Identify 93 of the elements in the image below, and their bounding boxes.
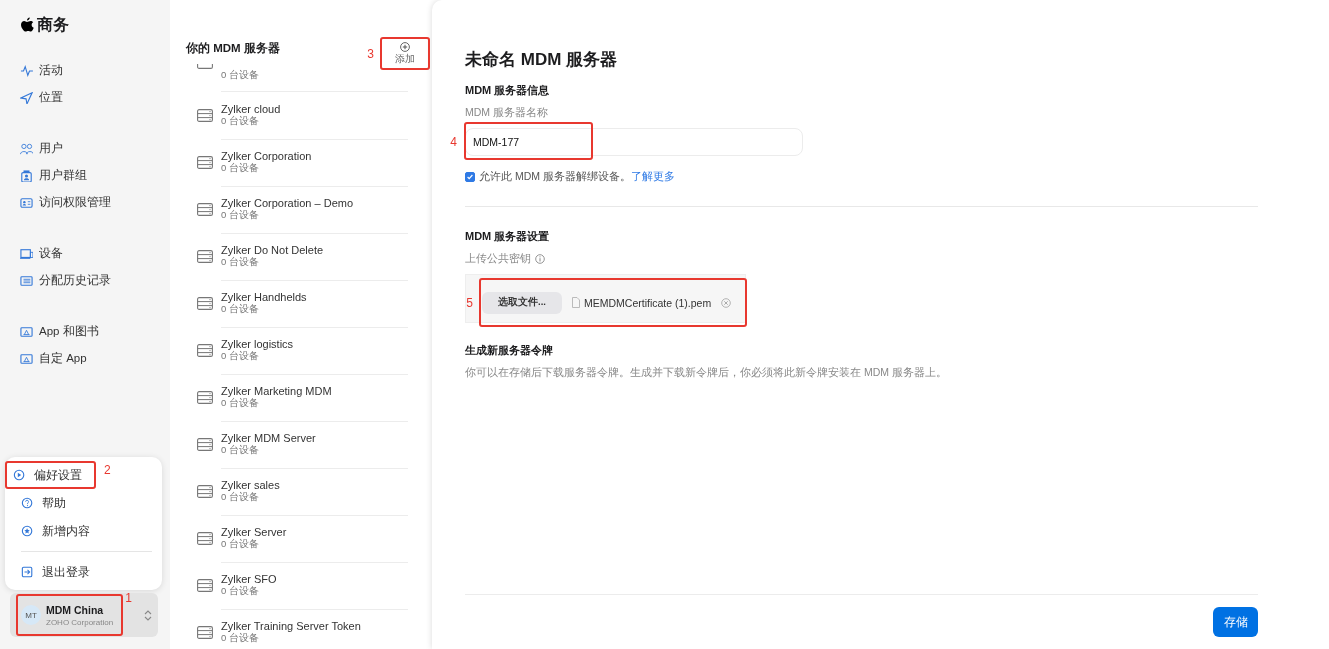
menu-item[interactable]: 偏好设置 — [13, 463, 82, 487]
menu-item[interactable]: 帮助 — [13, 489, 154, 517]
app-icon — [20, 325, 33, 338]
server-list-item[interactable]: Zylker Do Not Delete 0 台设备 — [170, 233, 432, 280]
sidebar-item[interactable]: App 和图书 — [20, 318, 170, 345]
device-count: 0 台设备 — [221, 490, 260, 504]
server-name: Zylker Corporation — [221, 149, 313, 162]
sidebar-item[interactable]: 自定 App — [20, 345, 170, 372]
panel-title: 未命名 MDM 服务器 — [465, 49, 619, 71]
callout-number: 2 — [104, 463, 111, 477]
device-count: 0 台设备 — [221, 302, 260, 316]
device-count: 0 台设备 — [221, 396, 259, 410]
sign-out-icon — [21, 566, 34, 578]
chevron-up-down-icon — [144, 609, 152, 621]
sidebar-item[interactable]: 设备 — [20, 240, 170, 267]
description-text: 你可以在存储后下载服务器令牌。生成并下载新令牌后，你必须将此新令牌安装在 MDM 服务器上。 — [465, 366, 948, 380]
callout-number: 1 — [125, 591, 132, 605]
id-card-icon — [20, 196, 33, 209]
server-name: Zylker sales — [221, 478, 281, 491]
server-list-item[interactable]: Zylker Handhelds 0 台设备 — [170, 280, 432, 327]
save-button[interactable]: 存储 — [1213, 607, 1258, 637]
device-count: 0 台设备 — [221, 114, 260, 128]
info-icon — [535, 254, 545, 264]
list-title: 你的 MDM 服务器 — [186, 41, 280, 56]
server-name: Zylker logistics — [221, 337, 295, 350]
learn-more-link[interactable]: 了解更多 — [630, 170, 675, 182]
server-name: Zylker Server — [221, 525, 288, 538]
section-heading: MDM 服务器设置 — [465, 229, 551, 244]
section-heading: 生成新服务器令牌 — [465, 343, 554, 358]
checkbox-label: 允许此 MDM 服务器解绑设备。了解更多 — [479, 170, 675, 184]
menu-item[interactable]: 新增内容 — [13, 517, 154, 545]
server-list-item[interactable]: Zylker SFO 0 台设备 — [170, 562, 432, 609]
sidebar-item[interactable]: 活动 — [20, 57, 170, 84]
location-icon — [20, 91, 33, 104]
server-name: Zylker Corporation – Demo — [221, 196, 355, 209]
field-label: MDM 服务器名称 — [465, 106, 548, 120]
sidebar-item[interactable]: 用户群组 — [20, 162, 170, 189]
device-count: 0 台设备 — [221, 255, 260, 269]
list-icon — [20, 274, 33, 287]
callout-number: 3 — [367, 46, 374, 61]
device-icon — [20, 247, 33, 260]
users-icon — [20, 142, 33, 155]
server-name: Zylker Marketing MDM — [221, 384, 333, 397]
field-value: MDM-177 — [473, 135, 520, 150]
field-label: 上传公共密钥 — [465, 252, 531, 266]
device-count: 0 台设备 — [221, 161, 259, 175]
server-list-item[interactable]: Zylker MDM Server 0 台设备 — [170, 421, 432, 468]
activity-icon — [20, 64, 33, 77]
device-count: 0 台设备 — [221, 584, 260, 598]
sidebar-item[interactable]: 分配历史记录 — [20, 267, 170, 294]
sidebar-item[interactable]: 用户 — [20, 135, 170, 162]
device-count: 0 台设备 — [221, 537, 260, 551]
account-name: MDM China — [46, 603, 105, 616]
server-name: Zylker MDM Server — [221, 431, 317, 444]
device-count: 0 台设备 — [221, 443, 260, 457]
server-list-item[interactable]: Zylker Server 0 台设备 — [170, 515, 432, 562]
device-count: 0 台设备 — [221, 208, 259, 222]
server-name: Zylker cloud — [221, 102, 282, 115]
server-list-item[interactable]: Zylker Training Server Token 0 台设备 — [170, 609, 432, 649]
sidebar-item[interactable]: 位置 — [20, 84, 170, 111]
account-switcher[interactable]: MT MDM China ZOHO Corporation 1 — [10, 593, 158, 637]
device-count: 0 台设备 — [221, 69, 260, 82]
device-count: 0 台设备 — [221, 631, 259, 645]
callout-number: 5 — [466, 295, 473, 310]
avatar: MT — [21, 605, 41, 625]
server-list-item[interactable]: Zylker logistics 0 台设备 — [170, 327, 432, 374]
brand-title: 商务 — [37, 14, 69, 35]
sidebar-item[interactable]: 访问权限管理 — [20, 189, 170, 216]
device-count: 0 台设备 — [221, 349, 259, 363]
choose-file-button[interactable]: 选取文件... — [482, 291, 562, 314]
server-list-item[interactable]: Zylker sales 0 台设备 — [170, 468, 432, 515]
server-name: Zylker Do Not Delete — [221, 243, 325, 256]
section-heading: MDM 服务器信息 — [465, 83, 551, 98]
organization-name: ZOHO Corporation — [46, 617, 114, 627]
add-icon — [400, 41, 410, 52]
menu-item[interactable]: 退出登录 — [13, 558, 154, 586]
checkbox[interactable] — [465, 172, 475, 182]
server-list-item[interactable]: Zylker cloud 0 台设备 — [170, 92, 432, 139]
preferences-icon — [13, 469, 26, 481]
app-icon — [20, 352, 33, 365]
server-name: Zylker SFO — [221, 572, 278, 585]
apple-logo-icon — [20, 16, 34, 34]
server-list-item[interactable]: Zylker Corporation – Demo 0 台设备 — [170, 186, 432, 233]
document-icon — [572, 297, 580, 308]
server-list-item[interactable]: Zylker Marketing MDM 0 台设备 — [170, 374, 432, 421]
server-list-item[interactable]: Zylker Corporation 0 台设备 — [170, 139, 432, 186]
user-group-icon — [20, 169, 33, 182]
help-icon — [21, 497, 34, 509]
remove-icon[interactable] — [721, 297, 732, 308]
server-name: Zylker Handhelds — [221, 290, 308, 303]
server-name: Zylker Training Server Token — [221, 619, 362, 632]
callout-number: 4 — [450, 135, 457, 149]
file-name: MEMDMCertificate (1).pem — [584, 296, 712, 309]
